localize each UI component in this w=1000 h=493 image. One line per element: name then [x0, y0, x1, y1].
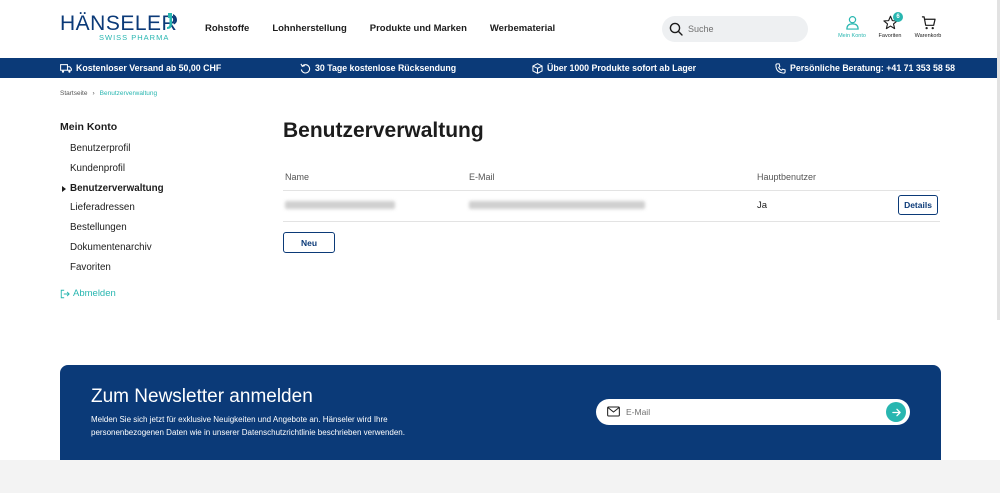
- usp-products-text: Über 1000 Produkte sofort ab Lager: [547, 63, 697, 73]
- column-header-name: Name: [285, 172, 310, 182]
- logout-icon: [60, 289, 70, 298]
- cart-link[interactable]: Warenkorb: [908, 15, 948, 39]
- nav-item-lohnherstellung[interactable]: Lohnherstellung: [272, 23, 346, 34]
- table-divider: [283, 190, 940, 191]
- usp-products: Über 1000 Produkte sofort ab Lager: [532, 58, 696, 78]
- sidebar-item-favoriten[interactable]: Favoriten: [70, 262, 164, 282]
- newsletter-submit-button[interactable]: [886, 402, 906, 422]
- user-icon: [845, 15, 859, 30]
- user-name-redacted: [285, 201, 395, 209]
- search-box: [662, 16, 808, 42]
- arrow-right-icon: [891, 408, 901, 416]
- column-header-email: E-Mail: [469, 172, 495, 182]
- usp-returns: 30 Tage kostenlose Rücksendung: [300, 58, 456, 78]
- favorites-label: Favoriten: [878, 33, 902, 39]
- newsletter-title: Zum Newsletter anmelden: [91, 386, 313, 407]
- sidebar-item-kundenprofil[interactable]: Kundenprofil: [70, 163, 164, 183]
- brand-tagline: SWISS PHARMA: [99, 33, 170, 42]
- favorites-link[interactable]: 6 Favoriten: [870, 12, 910, 39]
- sidebar-item-lieferadressen[interactable]: Lieferadressen: [70, 202, 164, 222]
- logout-label: Abmelden: [73, 288, 116, 299]
- site-header: HÄNSELER SWISS PHARMA Rohstoffe Lohnhers…: [0, 0, 1000, 58]
- table-divider: [283, 221, 940, 222]
- brand-logo[interactable]: HÄNSELER SWISS PHARMA: [60, 12, 180, 44]
- favorites-count-badge: 6: [893, 12, 903, 22]
- newsletter-email-input[interactable]: [626, 399, 866, 425]
- sidebar-item-benutzerverwaltung[interactable]: Benutzerverwaltung: [62, 183, 164, 203]
- newsletter-text: Melden Sie sich jetzt für exklusive Neui…: [91, 415, 405, 437]
- sidebar-item-dokumentenarchiv[interactable]: Dokumentenarchiv: [70, 242, 164, 262]
- user-email-redacted: [469, 201, 645, 209]
- usp-consulting[interactable]: Persönliche Beratung: +41 71 353 58 58: [775, 58, 955, 78]
- details-button[interactable]: Details: [898, 195, 938, 215]
- newsletter-section: Zum Newsletter anmelden Melden Sie sich …: [60, 365, 941, 460]
- logout-link[interactable]: Abmelden: [60, 288, 116, 299]
- breadcrumb-home[interactable]: Startseite: [60, 90, 87, 97]
- column-header-main-user: Hauptbenutzer: [757, 172, 817, 182]
- nav-item-rohstoffe[interactable]: Rohstoffe: [205, 23, 249, 34]
- breadcrumb: Startseite › Benutzerverwaltung: [60, 90, 157, 97]
- page: HÄNSELER SWISS PHARMA Rohstoffe Lohnhers…: [0, 0, 1000, 460]
- cart-icon: [921, 16, 936, 30]
- search-input[interactable]: [688, 16, 802, 42]
- usp-consulting-text: Persönliche Beratung: +41 71 353 58 58: [790, 63, 956, 73]
- sidebar-title: Mein Konto: [60, 121, 118, 133]
- breadcrumb-separator: ›: [92, 90, 95, 97]
- page-title: Benutzerverwaltung: [283, 119, 484, 142]
- phone-icon: [775, 62, 786, 74]
- truck-icon: [60, 63, 72, 73]
- usp-shipping-text: Kostenloser Versand ab 50,00 CHF: [76, 63, 222, 73]
- sidebar-item-benutzerprofil[interactable]: Benutzerprofil: [70, 143, 164, 163]
- new-user-button[interactable]: Neu: [283, 232, 335, 253]
- usp-returns-text: 30 Tage kostenlose Rücksendung: [315, 63, 457, 73]
- account-link[interactable]: Mein Konto: [832, 15, 872, 39]
- logo-mark-icon: [167, 13, 177, 29]
- sidebar-item-bestellungen[interactable]: Bestellungen: [70, 222, 164, 242]
- main-nav: Rohstoffe Lohnherstellung Produkte und M…: [205, 23, 555, 34]
- mail-icon: [607, 406, 620, 417]
- nav-item-produkte-und-marken[interactable]: Produkte und Marken: [370, 23, 467, 34]
- account-sidebar: Benutzerprofil Kundenprofil Benutzerverw…: [62, 143, 164, 282]
- newsletter-form: [596, 399, 910, 425]
- main-user-value: Ja: [757, 200, 768, 211]
- search-icon[interactable]: [669, 22, 683, 36]
- account-label: Mein Konto: [838, 33, 866, 39]
- cart-label: Warenkorb: [914, 33, 942, 39]
- breadcrumb-current: Benutzerverwaltung: [99, 90, 158, 97]
- nav-item-werbematerial[interactable]: Werbematerial: [490, 23, 555, 34]
- usp-shipping: Kostenloser Versand ab 50,00 CHF: [60, 58, 221, 78]
- return-icon: [300, 63, 311, 73]
- package-icon: [532, 62, 543, 74]
- usp-bar: Kostenloser Versand ab 50,00 CHF 30 Tage…: [0, 58, 1000, 78]
